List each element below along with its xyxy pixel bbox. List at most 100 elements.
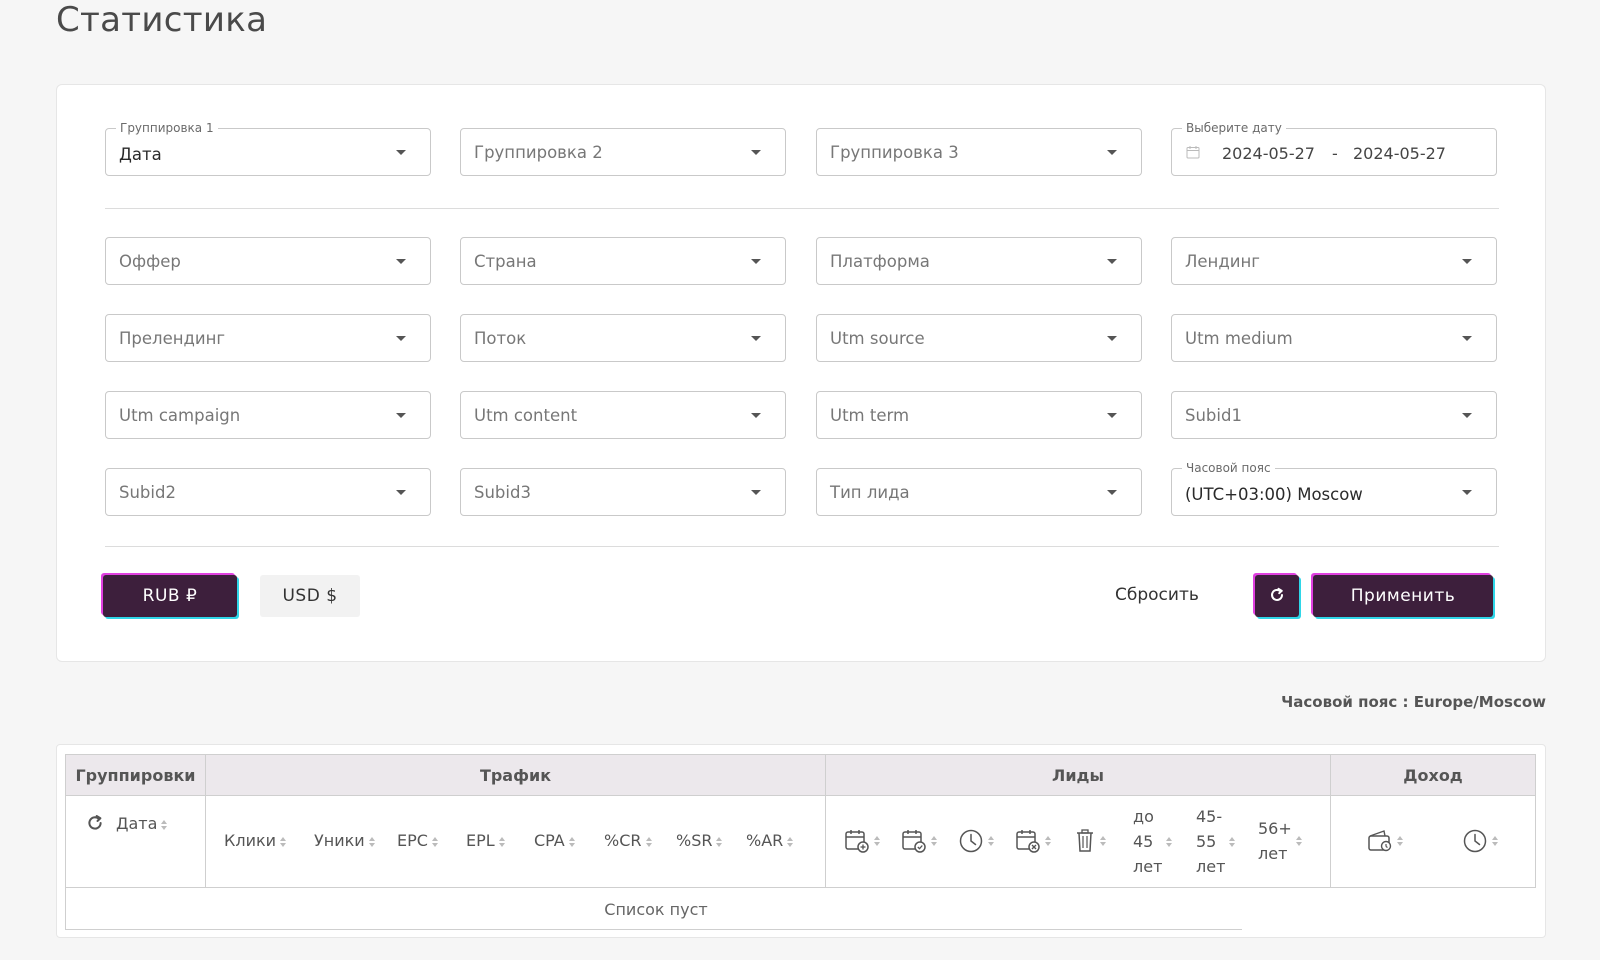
filter-landing[interactable]: Лендинг (1171, 237, 1497, 285)
wallet-icon (1368, 830, 1392, 852)
caret-down-icon (396, 259, 406, 264)
filter-country[interactable]: Страна (460, 237, 786, 285)
col-date-label: Дата (116, 814, 158, 833)
age-line: 45- (1196, 807, 1223, 826)
col-ar-label: %AR (746, 831, 784, 850)
col-uniques[interactable]: Уники (314, 831, 377, 850)
filter-subid2[interactable]: Subid2 (105, 468, 431, 516)
grouping-2-placeholder: Группировка 2 (474, 143, 603, 162)
timezone-select[interactable]: Часовой пояс (UTC+03:00) Moscow (1171, 461, 1497, 516)
caret-down-icon (751, 259, 761, 264)
refresh-button[interactable] (1255, 575, 1299, 617)
sort-icon (1295, 835, 1304, 847)
col-cr[interactable]: %CR (604, 831, 654, 850)
trash-icon (1077, 829, 1093, 852)
empty-state-row: Список пуст (65, 888, 1242, 930)
traffic-subheader: Клики Уники EPC EPL CPA %CR %SR %AR (205, 796, 826, 888)
stats-table: Группировки Трафик Лиды Доход Дата Клики… (56, 744, 1546, 938)
col-income-approved[interactable] (1367, 826, 1405, 856)
sort-icon (568, 836, 577, 848)
date-range-picker[interactable]: Выберите дату 2024-05-27 - 2024-05-27 (1171, 121, 1497, 176)
filter-stream-placeholder: Поток (474, 329, 527, 348)
col-age-56-plus[interactable]: 56+ лет (1258, 816, 1304, 866)
col-cpa[interactable]: CPA (534, 831, 577, 850)
age-line: 45 (1133, 832, 1154, 851)
caret-down-icon (396, 490, 406, 495)
col-age-under-45[interactable]: до 45 лет (1133, 804, 1174, 879)
sort-icon (161, 819, 169, 831)
col-ar[interactable]: %AR (746, 831, 795, 850)
filter-subid1-placeholder: Subid1 (1185, 406, 1242, 425)
filter-platform[interactable]: Платформа (816, 237, 1142, 285)
clock-icon (959, 829, 983, 853)
filter-utm-content-placeholder: Utm content (474, 406, 578, 425)
reset-button[interactable]: Сбросить (1115, 585, 1199, 605)
grouping-3-select[interactable]: Группировка 3 (816, 128, 1142, 176)
col-leads-rejected[interactable] (1015, 826, 1053, 856)
currency-rub-button[interactable]: RUB ₽ (103, 575, 237, 617)
col-leads-pending[interactable] (958, 826, 996, 856)
grouping-2-select[interactable]: Группировка 2 (460, 128, 786, 176)
leads-subheader: до 45 лет 45- 55 лет 56+ лет (825, 796, 1331, 888)
caret-down-icon (1107, 336, 1117, 341)
col-epc-label: EPC (397, 831, 428, 850)
grouping-1-label: Группировка 1 (116, 121, 218, 135)
col-leads-created[interactable] (844, 826, 882, 856)
col-cr-label: %CR (604, 831, 642, 850)
filter-lead-type[interactable]: Тип лида (816, 468, 1142, 516)
sort-icon (1166, 836, 1174, 848)
col-income-pending[interactable] (1462, 826, 1500, 856)
group-header-income: Доход (1330, 754, 1536, 796)
date-from[interactable]: 2024-05-27 (1222, 144, 1315, 163)
filter-utm-campaign[interactable]: Utm campaign (105, 391, 431, 439)
apply-button[interactable]: Применить (1313, 575, 1493, 617)
filter-utm-medium[interactable]: Utm medium (1171, 314, 1497, 362)
col-leads-approved[interactable] (901, 826, 939, 856)
col-sr[interactable]: %SR (676, 831, 724, 850)
date-range-label: Выберите дату (1182, 121, 1286, 135)
col-epc[interactable]: EPC (397, 831, 440, 850)
grouping-1-select[interactable]: Группировка 1 Дата (105, 121, 431, 176)
sort-icon (1100, 835, 1108, 847)
filter-subid1[interactable]: Subid1 (1171, 391, 1497, 439)
filter-subid2-placeholder: Subid2 (119, 483, 176, 502)
filter-platform-placeholder: Платформа (830, 252, 930, 271)
age-line: 55 (1196, 832, 1217, 851)
col-epl[interactable]: EPL (466, 831, 507, 850)
caret-down-icon (1462, 490, 1472, 495)
age-line: лет (1133, 857, 1163, 876)
filter-utm-term[interactable]: Utm term (816, 391, 1142, 439)
filter-utm-source-placeholder: Utm source (830, 329, 925, 348)
age-line: лет (1258, 844, 1288, 863)
group-header-traffic: Трафик (205, 754, 826, 796)
caret-down-icon (751, 413, 761, 418)
filter-subid3[interactable]: Subid3 (460, 468, 786, 516)
calendar-check-icon (902, 830, 926, 853)
col-date[interactable]: Дата (116, 814, 169, 833)
clock-icon (1463, 829, 1487, 853)
age-line: до (1133, 807, 1154, 826)
filter-utm-source[interactable]: Utm source (816, 314, 1142, 362)
sort-icon (716, 836, 724, 848)
filter-utm-content[interactable]: Utm content (460, 391, 786, 439)
filter-offer[interactable]: Оффер (105, 237, 431, 285)
refresh-icon[interactable] (86, 814, 104, 832)
caret-down-icon (751, 150, 761, 155)
filter-lead-type-placeholder: Тип лида (830, 483, 910, 502)
filter-landing-placeholder: Лендинг (1185, 252, 1260, 271)
grouping-3-placeholder: Группировка 3 (830, 143, 959, 162)
currency-usd-button[interactable]: USD $ (260, 575, 360, 617)
date-to[interactable]: 2024-05-27 (1353, 144, 1446, 163)
col-age-45-55[interactable]: 45- 55 лет (1196, 804, 1237, 879)
filter-prelanding[interactable]: Прелендинг (105, 314, 431, 362)
col-clicks[interactable]: Клики (224, 831, 288, 850)
divider (105, 208, 1499, 209)
col-cpa-label: CPA (534, 831, 565, 850)
caret-down-icon (396, 150, 406, 155)
age-line: лет (1196, 857, 1226, 876)
sort-icon (280, 836, 288, 848)
sort-icon (931, 835, 939, 847)
caret-down-icon (1462, 259, 1472, 264)
filter-stream[interactable]: Поток (460, 314, 786, 362)
col-leads-trash[interactable] (1074, 826, 1108, 856)
